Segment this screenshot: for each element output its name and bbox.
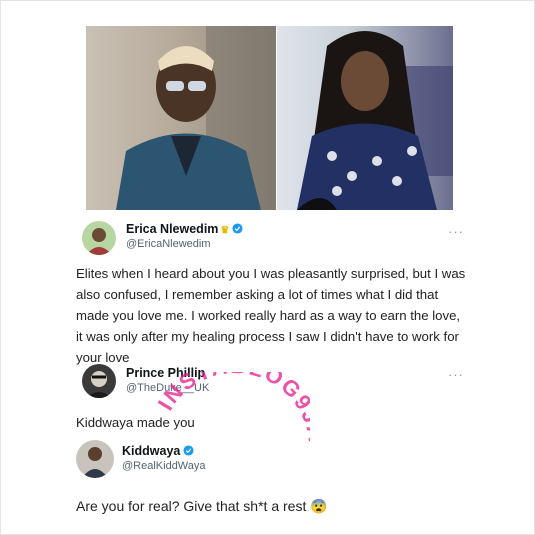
avatar[interactable] bbox=[82, 364, 116, 398]
photo-man-in-sunglasses bbox=[86, 26, 276, 210]
handle[interactable]: @RealKiddWaya bbox=[122, 460, 206, 472]
photo-woman-in-patterned-outfit bbox=[277, 26, 453, 210]
tweet-text: Elites when I heard about you I was plea… bbox=[76, 266, 466, 365]
display-name[interactable]: Prince Phillip bbox=[126, 366, 205, 380]
tweet-text: Kiddwaya made you bbox=[76, 415, 195, 430]
display-name[interactable]: Kiddwaya bbox=[122, 444, 194, 458]
display-name[interactable]: Erica Nlewedim ♛ bbox=[126, 222, 243, 236]
tweet-text: Are you for real? Give that sh*t a rest … bbox=[76, 498, 328, 514]
verified-badge-icon bbox=[183, 445, 194, 456]
tweet-prince-phillip[interactable]: Prince Phillip @TheDuke__UK ··· Kiddwaya… bbox=[60, 362, 478, 432]
avatar[interactable] bbox=[76, 440, 114, 478]
more-options-icon[interactable]: ··· bbox=[448, 224, 464, 239]
handle[interactable]: @EricaNlewedim bbox=[126, 238, 211, 250]
tweet-erica[interactable]: Erica Nlewedim ♛ @EricaNlewedim ··· Elite… bbox=[60, 215, 478, 365]
handle[interactable]: @TheDuke__UK bbox=[126, 382, 209, 394]
more-options-icon[interactable]: ··· bbox=[448, 367, 464, 382]
crown-icon: ♛ bbox=[220, 225, 230, 236]
verified-badge-icon bbox=[232, 223, 243, 234]
tweet-kiddwaya[interactable]: Kiddwaya @RealKiddWaya Are you for real?… bbox=[60, 434, 478, 530]
avatar[interactable] bbox=[82, 221, 116, 255]
